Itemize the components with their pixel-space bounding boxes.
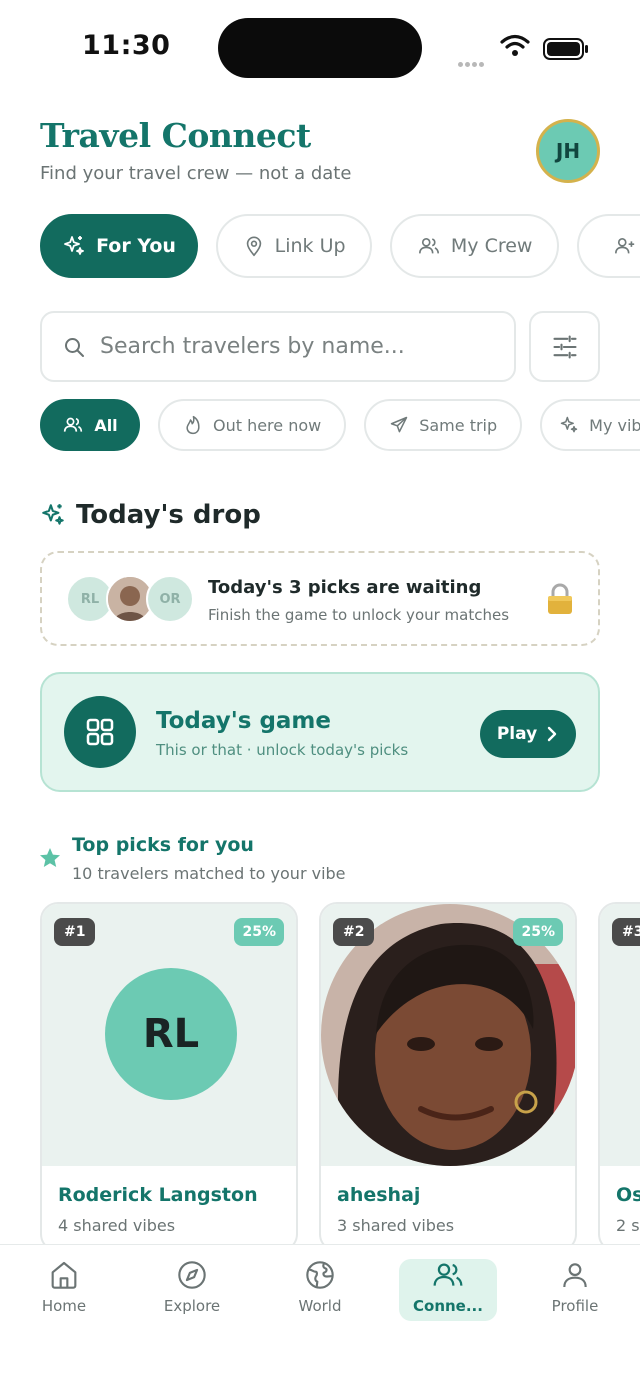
pick-shared-vibes: 3 shared vibes bbox=[337, 1216, 455, 1235]
top-picks-carousel: #1 25% RL Roderick Langston 4 shared vib… bbox=[40, 902, 640, 1244]
pick-shared-vibes: 4 shared vibes bbox=[58, 1216, 176, 1235]
rank-badge: #3 bbox=[612, 918, 640, 946]
lock-icon bbox=[548, 583, 572, 614]
avatar: RL bbox=[105, 968, 237, 1100]
pick-image-area: #3 bbox=[600, 904, 640, 1166]
pick-image-area: #1 25% RL bbox=[42, 904, 296, 1166]
section-title: Today's drop bbox=[76, 500, 261, 530]
map-pin-icon bbox=[246, 236, 261, 257]
filter-chips: All Out here now Same trip My vibe bbox=[40, 399, 640, 451]
app-title: Travel Connect bbox=[40, 116, 311, 155]
avatar: OR bbox=[146, 575, 194, 623]
chip-my-vibe[interactable]: My vibe bbox=[540, 399, 640, 451]
tab-label: Link Up bbox=[274, 235, 346, 257]
pick-name: aheshaj bbox=[337, 1184, 421, 1206]
chip-label: All bbox=[94, 415, 118, 435]
nav-label: World bbox=[298, 1297, 342, 1315]
nav-explore[interactable]: Explore bbox=[143, 1259, 241, 1321]
tab-label: For You bbox=[96, 235, 176, 257]
tab-label: My Crew bbox=[450, 235, 533, 257]
nav-profile[interactable]: Profile bbox=[526, 1259, 624, 1321]
top-picks-subtitle: 10 travelers matched to your vibe bbox=[72, 864, 346, 883]
drop-subtitle: Finish the game to unlock your matches bbox=[208, 606, 510, 624]
tab-link-up[interactable]: Link Up bbox=[216, 214, 373, 278]
tab-my-crew[interactable]: My Crew bbox=[390, 214, 560, 278]
game-subtitle: This or that · unlock today's picks bbox=[156, 741, 409, 759]
connect-tabs: For You Link Up My Crew Re bbox=[40, 214, 640, 278]
pick-shared-vibes: 2 s bbox=[616, 1216, 640, 1235]
user-icon bbox=[563, 1263, 587, 1288]
grid-icon bbox=[64, 696, 136, 768]
home-icon bbox=[51, 1261, 77, 1289]
match-badge: 25% bbox=[234, 918, 284, 946]
nav-label: Home bbox=[41, 1297, 87, 1315]
search-icon bbox=[65, 337, 84, 357]
status-bar: 11:30 bbox=[0, 0, 640, 96]
users-icon bbox=[64, 417, 83, 432]
drop-title: Today's 3 picks are waiting bbox=[208, 577, 482, 598]
signal-icon bbox=[458, 52, 486, 71]
plane-icon bbox=[390, 416, 408, 433]
users-icon bbox=[433, 1263, 463, 1286]
battery-icon bbox=[543, 38, 588, 60]
filter-button[interactable] bbox=[529, 311, 600, 382]
sparkles-icon bbox=[64, 236, 84, 255]
match-badge: 25% bbox=[513, 918, 563, 946]
nav-connect[interactable]: Conne... bbox=[399, 1259, 497, 1321]
game-title: Today's game bbox=[156, 708, 331, 734]
chevron-right-icon bbox=[547, 726, 557, 742]
pick-card[interactable]: #3 Os 2 s bbox=[598, 902, 640, 1244]
chip-out-here-now[interactable]: Out here now bbox=[158, 399, 347, 451]
chip-label: Out here now bbox=[212, 415, 322, 435]
user-avatar[interactable]: JH bbox=[536, 119, 600, 183]
sparkles-icon bbox=[560, 416, 578, 433]
chip-all[interactable]: All bbox=[40, 399, 140, 451]
play-button[interactable]: Play bbox=[480, 710, 576, 758]
nav-label: Profile bbox=[551, 1297, 599, 1315]
chip-label: My vibe bbox=[589, 415, 640, 435]
tab-requests[interactable]: Re bbox=[577, 214, 640, 278]
users-icon bbox=[418, 238, 439, 254]
wifi-icon bbox=[500, 34, 530, 56]
chip-same-trip[interactable]: Same trip bbox=[364, 399, 523, 451]
bottom-nav: Home Explore World Conne... Profile bbox=[0, 1244, 640, 1387]
top-picks-title: Top picks for you bbox=[72, 834, 254, 856]
sparkles-icon bbox=[42, 504, 64, 525]
tab-for-you[interactable]: For You bbox=[40, 214, 198, 278]
nav-label: Explore bbox=[163, 1297, 221, 1315]
dynamic-island bbox=[218, 18, 422, 78]
pick-image-area: #2 25% bbox=[321, 904, 575, 1166]
compass-icon bbox=[178, 1261, 206, 1289]
pick-name: Roderick Langston bbox=[58, 1184, 258, 1206]
status-time: 11:30 bbox=[82, 30, 171, 61]
globe-icon bbox=[306, 1261, 334, 1289]
star-icon bbox=[40, 848, 60, 867]
pick-card[interactable]: #1 25% RL Roderick Langston 4 shared vib… bbox=[40, 902, 298, 1244]
play-label: Play bbox=[496, 724, 538, 744]
nav-world[interactable]: World bbox=[271, 1259, 369, 1321]
avatar-stack: RL OR bbox=[66, 575, 196, 625]
todays-game-card[interactable]: Today's game This or that · unlock today… bbox=[40, 672, 600, 792]
nav-label: Conne... bbox=[413, 1297, 483, 1315]
user-plus-icon bbox=[615, 238, 635, 254]
rank-badge: #2 bbox=[333, 918, 375, 946]
flame-icon bbox=[186, 415, 200, 435]
sliders-icon bbox=[552, 334, 577, 359]
todays-drop-card[interactable]: RL OR Today's 3 picks are waiting Finish… bbox=[40, 551, 600, 646]
search-input[interactable] bbox=[100, 334, 500, 359]
app-header: Travel Connect Find your travel crew — n… bbox=[40, 116, 600, 196]
search-box[interactable] bbox=[40, 311, 516, 382]
nav-home[interactable]: Home bbox=[15, 1259, 113, 1321]
pick-name: Os bbox=[616, 1184, 640, 1206]
todays-drop-heading: Today's drop bbox=[40, 500, 261, 530]
app-subtitle: Find your travel crew — not a date bbox=[40, 163, 352, 184]
pick-card[interactable]: #2 25% aheshaj 3 shared vibes bbox=[319, 902, 577, 1244]
rank-badge: #1 bbox=[54, 918, 96, 946]
chip-label: Same trip bbox=[419, 415, 498, 435]
